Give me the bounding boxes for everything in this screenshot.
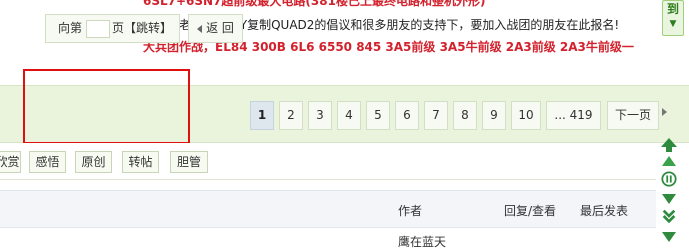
table-row-author[interactable]: 鹰在蓝天 [398, 233, 446, 250]
jump-prefix-label: 向第 [58, 21, 83, 35]
jump-suffix-label: 页 [112, 21, 125, 35]
page-link-6[interactable]: 6 [395, 101, 419, 130]
page-link-4[interactable]: 4 [337, 101, 361, 130]
announcement-line-1[interactable]: 6SL7+6SN7超前级最大电路(381楼已上最终电路和整机外形) [143, 0, 485, 9]
back-arrow-icon [197, 24, 203, 33]
header-replies-views[interactable]: 回复/查看 [504, 202, 556, 219]
highlight-box [23, 69, 190, 144]
scroll-down-icon[interactable] [660, 191, 678, 207]
jump-button[interactable]: 【跳转】 [124, 15, 172, 42]
tag-tubes[interactable]: 胆管 [170, 151, 208, 173]
page-link-3[interactable]: 3 [308, 101, 332, 130]
scroll-bottom-icon[interactable] [660, 229, 678, 245]
tag-insight[interactable]: 感悟 [29, 151, 66, 173]
next-page-button[interactable]: 下一页 [607, 101, 659, 130]
side-badge-label: 到 [666, 2, 679, 16]
scroll-up-icon[interactable] [660, 137, 678, 153]
page-jump-box: 向第 页 【跳转】 [45, 14, 180, 43]
page-link-8[interactable]: 8 [453, 101, 477, 130]
back-button[interactable]: 返 回 [188, 14, 243, 43]
next-arrow-icon [662, 108, 667, 116]
header-last-post[interactable]: 最后发表 [580, 202, 628, 219]
pause-icon[interactable] [660, 171, 678, 187]
side-badge-arrow-icon: ▼ [669, 19, 677, 29]
tag-repost[interactable]: 转帖 [122, 151, 159, 173]
tag-original[interactable]: 原创 [75, 151, 112, 173]
back-label: 返 回 [206, 21, 234, 35]
tag-appreciate[interactable]: 欣赏 [0, 151, 21, 173]
header-author[interactable]: 作者 [398, 202, 422, 219]
side-goto-badge[interactable]: 到 ▼ [662, 0, 684, 36]
page-number-input[interactable] [86, 20, 110, 38]
page-link-5[interactable]: 5 [366, 101, 390, 130]
page-link-9[interactable]: 9 [482, 101, 506, 130]
page-link-2[interactable]: 2 [279, 101, 303, 130]
page-link-10[interactable]: 10 [511, 101, 541, 130]
scroll-up-small-icon[interactable] [660, 154, 678, 170]
double-down-icon[interactable] [660, 208, 678, 224]
thread-table-header: 作者 回复/查看 最后发表 [0, 190, 656, 228]
page-link-last[interactable]: ... 419 [546, 101, 601, 130]
page-link-7[interactable]: 7 [424, 101, 448, 130]
page-link-1[interactable]: 1 [250, 101, 274, 130]
